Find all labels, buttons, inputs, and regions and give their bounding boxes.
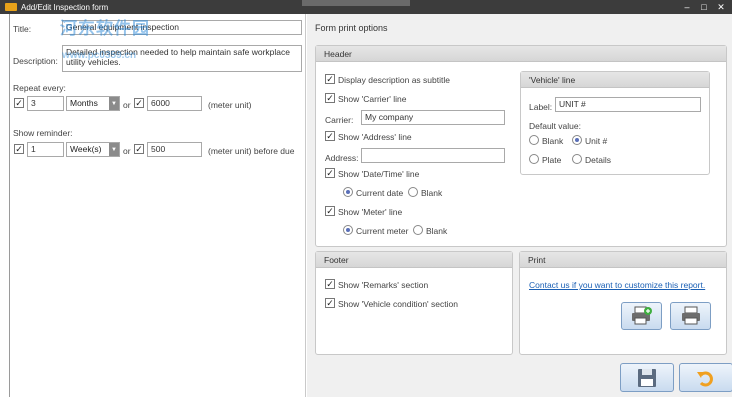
show-condition-label: Show 'Vehicle condition' section [338, 299, 458, 309]
print-options-title: Form print options [315, 23, 388, 33]
title-bar: Add/Edit Inspection form – □ ✕ [0, 0, 732, 14]
reminder-unit-value: Week(s) [70, 144, 102, 154]
show-address-label: Show 'Address' line [338, 132, 412, 142]
watermark-logo-text: 河东软件园 [60, 19, 150, 38]
minimize-icon[interactable]: – [682, 1, 692, 13]
show-meter-checkbox[interactable]: ✓ [325, 206, 335, 216]
show-datetime-checkbox[interactable]: ✓ [325, 168, 335, 178]
vehicle-plate-label: Plate [542, 155, 562, 165]
vehicle-blank-label: Blank [542, 136, 564, 146]
print-group: Print Contact us if you want to customiz… [519, 251, 727, 355]
repeat-meter-input[interactable]: 6000 [147, 96, 202, 111]
show-carrier-checkbox[interactable]: ✓ [325, 93, 335, 103]
vehicle-label-label: Label: [529, 102, 553, 112]
reminder-unit-select[interactable]: Week(s) ▼ [66, 142, 120, 157]
carrier-input[interactable]: My company [361, 110, 505, 125]
address-input[interactable] [361, 148, 505, 163]
vehicle-unit-radio[interactable] [572, 135, 582, 145]
vehicle-unit-label: Unit # [585, 136, 608, 146]
save-icon [638, 368, 656, 387]
undo-icon [697, 371, 713, 386]
save-button[interactable] [620, 363, 674, 392]
repeat-meter-checkbox[interactable]: ✓ [134, 98, 144, 108]
date-blank-radio[interactable] [408, 187, 418, 197]
reminder-checkbox[interactable]: ✓ [14, 144, 24, 154]
reminder-meter-input[interactable]: 500 [147, 142, 202, 157]
maximize-icon[interactable]: □ [699, 1, 709, 13]
repeat-checkbox[interactable]: ✓ [14, 98, 24, 108]
repeat-unit-select[interactable]: Months ▼ [66, 96, 120, 111]
display-desc-checkbox[interactable]: ✓ [325, 74, 335, 84]
reminder-label: Show reminder: [13, 128, 73, 138]
vehicle-blank-radio[interactable] [529, 135, 539, 145]
footer-group-title: Footer [316, 252, 512, 268]
meter-blank-radio[interactable] [413, 225, 423, 235]
title-bar-center [302, 0, 410, 6]
show-address-checkbox[interactable]: ✓ [325, 131, 335, 141]
show-remarks-checkbox[interactable]: ✓ [325, 279, 335, 289]
reminder-meter-unit-label: (meter unit) before due [208, 146, 295, 156]
description-label: Description: [13, 56, 58, 66]
default-value-label: Default value: [529, 121, 581, 131]
reminder-count-input[interactable]: 1 [27, 142, 64, 157]
inspection-details-pane: Title: General equipment inspection Desc… [10, 14, 306, 397]
printer-icon [681, 306, 700, 325]
meter-blank-label: Blank [426, 226, 448, 236]
repeat-count-input[interactable]: 3 [27, 96, 64, 111]
meter-unit-label: (meter unit) [208, 100, 252, 110]
show-condition-checkbox[interactable]: ✓ [325, 298, 335, 308]
date-blank-label: Blank [421, 188, 443, 198]
app-icon [5, 3, 17, 11]
header-group: Header ✓ Display description as subtitle… [315, 45, 727, 247]
print-preview-button[interactable] [621, 302, 662, 330]
customize-report-link[interactable]: Contact us if you want to customize this… [529, 280, 705, 290]
vehicle-details-label: Details [585, 155, 611, 165]
current-meter-label: Current meter [356, 226, 409, 236]
title-label: Title: [13, 24, 32, 34]
watermark-url: www.pc0359.cn [62, 50, 137, 61]
print-group-title: Print [520, 252, 726, 268]
print-button[interactable] [670, 302, 711, 330]
repeat-unit-value: Months [70, 98, 98, 108]
or-label-2: or [123, 146, 131, 156]
carrier-label: Carrier: [325, 115, 354, 125]
header-group-title: Header [316, 46, 726, 62]
print-preview-icon [631, 306, 652, 325]
vehicle-line-group: 'Vehicle' line Label: UNIT # Default val… [520, 71, 710, 175]
show-remarks-label: Show 'Remarks' section [338, 280, 429, 290]
dialog-window: Title: General equipment inspection Desc… [9, 14, 732, 397]
vehicle-label-input[interactable]: UNIT # [555, 97, 701, 112]
current-date-label: Current date [356, 188, 404, 198]
current-meter-radio[interactable] [343, 225, 353, 235]
show-carrier-label: Show 'Carrier' line [338, 94, 407, 104]
show-meter-label: Show 'Meter' line [338, 207, 403, 217]
address-label: Address: [325, 153, 359, 163]
show-datetime-label: Show 'Date/Time' line [338, 169, 420, 179]
chevron-down-icon: ▼ [109, 143, 119, 156]
undo-button[interactable] [679, 363, 732, 392]
repeat-label: Repeat every: [13, 83, 66, 93]
vehicle-details-radio[interactable] [572, 154, 582, 164]
or-label: or [123, 100, 131, 110]
window-title: Add/Edit Inspection form [21, 2, 109, 12]
vehicle-line-title: 'Vehicle' line [521, 72, 709, 88]
current-date-radio[interactable] [343, 187, 353, 197]
footer-group: Footer ✓ Show 'Remarks' section ✓ Show '… [315, 251, 513, 355]
close-icon[interactable]: ✕ [716, 1, 726, 13]
vehicle-plate-radio[interactable] [529, 154, 539, 164]
print-options-pane: Form print options Header ✓ Display desc… [307, 14, 732, 397]
chevron-down-icon: ▼ [109, 97, 119, 110]
display-desc-label: Display description as subtitle [338, 75, 450, 85]
reminder-meter-checkbox[interactable]: ✓ [134, 144, 144, 154]
